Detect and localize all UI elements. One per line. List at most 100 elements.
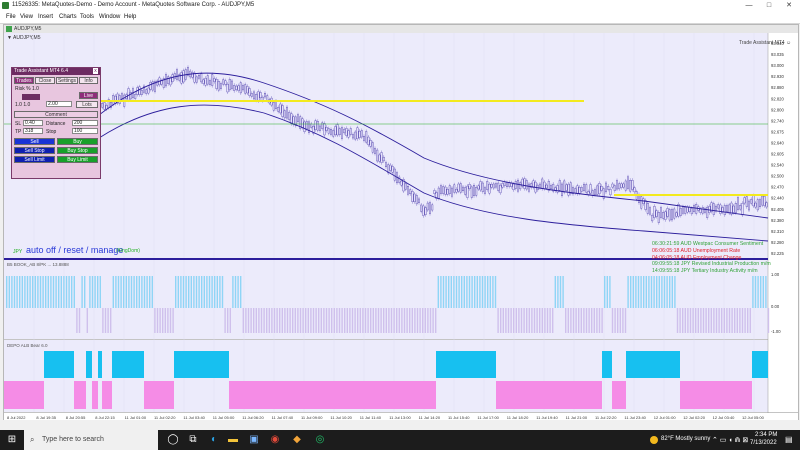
candle-body: [180, 72, 183, 84]
indicator1-cyan-bar: [463, 276, 465, 308]
candle-body: [671, 209, 673, 221]
candle-body: [675, 212, 678, 217]
candle-body: [620, 183, 623, 188]
candle-body: [451, 187, 453, 197]
notifications-icon[interactable]: ▤: [785, 435, 793, 444]
stop-input[interactable]: 100: [72, 128, 98, 134]
indicator1-purple-bar: [705, 308, 707, 333]
candle-body: [750, 199, 753, 204]
indicator1-purple-bar: [515, 308, 517, 333]
indicator1-cyan-bar: [661, 276, 663, 308]
price-scale: [768, 33, 798, 421]
candle-body: [255, 94, 258, 101]
indicator1-cyan-bar: [26, 276, 29, 308]
clock-date[interactable]: 7/13/2022: [750, 440, 777, 446]
candle-body: [330, 129, 332, 135]
menu-charts[interactable]: Charts: [59, 14, 77, 20]
chart-canvas[interactable]: ▼ AUDJPY,M5 Trade Assistant MT4 ☺ JPY au…: [4, 33, 798, 421]
indicator1-purple-bar: [744, 308, 746, 333]
comment-field[interactable]: Comment: [14, 111, 98, 118]
indicator1-cyan-bar: [562, 276, 564, 308]
indicator1-purple-bar: [273, 308, 276, 333]
task-switch-icon[interactable]: ⧉: [186, 433, 200, 447]
minimize-button[interactable]: —: [739, 1, 759, 11]
sell-stop-button[interactable]: Sell Stop: [14, 147, 55, 154]
candle-body: [470, 186, 473, 198]
tp-input[interactable]: 318: [23, 128, 43, 134]
buy-stop-button[interactable]: Buy Stop: [57, 147, 98, 154]
risk-slider[interactable]: [22, 94, 40, 100]
taskbar-search[interactable]: ⌕ Type here to search: [24, 430, 158, 450]
menu-tools[interactable]: Tools: [80, 14, 94, 20]
candle-body: [360, 130, 363, 138]
candle-body: [699, 208, 702, 213]
indicator1-cyan-bar: [637, 276, 640, 308]
maximize-button[interactable]: □: [759, 1, 779, 11]
candle-body: [365, 131, 368, 143]
edge-icon[interactable]: ◐: [207, 433, 221, 447]
indicator1-purple-bar: [682, 308, 684, 333]
candle-body: [580, 187, 583, 192]
indicator1-cyan-bar: [437, 276, 439, 308]
store-icon[interactable]: ▣: [247, 433, 261, 447]
candle-body: [385, 162, 387, 168]
candle-body: [233, 85, 236, 91]
buy-limit-button[interactable]: Buy Limit: [57, 156, 98, 163]
tab-info[interactable]: Info: [79, 77, 98, 84]
indicator1-purple-bar: [598, 308, 601, 333]
distance-input[interactable]: 200: [72, 120, 98, 126]
candle-body: [644, 200, 647, 210]
menu-file[interactable]: File: [6, 14, 16, 20]
chart-window[interactable]: AUDJPY,M5 ▼ AUDJPY,M5 Trade Assistant MT…: [3, 24, 799, 422]
panel-header[interactable]: Trade Assistant MT4 6.4 x: [12, 68, 100, 75]
tab-settings[interactable]: Settings: [56, 77, 78, 84]
tab-trades[interactable]: Trades: [14, 77, 34, 84]
live-button[interactable]: Live: [79, 92, 98, 99]
candle-body: [519, 182, 522, 190]
sell-limit-button[interactable]: Sell Limit: [14, 156, 55, 163]
metatrader-icon[interactable]: ◎: [313, 433, 327, 447]
candle-body: [497, 182, 500, 191]
clock-time[interactable]: 2:34 PM: [755, 432, 777, 438]
candle-body: [492, 183, 495, 189]
sell-button[interactable]: Sell: [14, 138, 55, 145]
sl-input[interactable]: 0.40: [23, 120, 43, 126]
indicator1-purple-bar: [749, 308, 751, 333]
indicator1-purple-bar: [726, 308, 728, 333]
trade-assistant-panel[interactable]: Trade Assistant MT4 6.4 x Trades Close S…: [11, 67, 101, 179]
menu-insert[interactable]: Insert: [38, 14, 53, 20]
indicator1-purple-bar: [169, 308, 172, 333]
candle-body: [376, 149, 379, 162]
chrome-icon[interactable]: ◉: [268, 433, 282, 447]
tray-icons[interactable]: ⌃ ▭ ◖ ⋒ ⊠: [712, 436, 748, 444]
lots-button[interactable]: Lots: [76, 101, 98, 108]
tab-close[interactable]: Close: [35, 77, 55, 84]
symbol-label: ▼ AUDJPY,M5: [7, 35, 41, 41]
windows-start-icon[interactable]: ⊞: [5, 433, 19, 447]
close-button[interactable]: ✕: [779, 1, 799, 11]
candle-body: [501, 183, 504, 188]
weather-text[interactable]: 82°F Mostly sunny: [661, 436, 710, 442]
indicator1-purple-bar: [224, 308, 226, 333]
lots-input[interactable]: 2.00: [46, 101, 72, 107]
candle-body: [277, 107, 280, 112]
indicator1-cyan-bar: [39, 276, 42, 308]
file-explorer-icon[interactable]: ▬: [226, 433, 240, 447]
candle-body: [250, 93, 253, 97]
menu-window[interactable]: Window: [99, 14, 120, 20]
task-view-icon[interactable]: ◯: [166, 433, 180, 447]
candle-body: [283, 110, 286, 119]
menu-help[interactable]: Help: [124, 14, 136, 20]
app-icon-orange[interactable]: ◆: [290, 433, 304, 447]
candle-body: [160, 80, 163, 85]
buy-button[interactable]: Buy: [57, 138, 98, 145]
candle-body: [455, 189, 458, 193]
indicator1-purple-bar: [260, 308, 263, 333]
indicator1-cyan-bar: [234, 276, 237, 308]
panel-close-icon[interactable]: x: [93, 68, 98, 74]
menu-view[interactable]: View: [20, 14, 33, 20]
candle-body: [629, 180, 632, 192]
news-item: 06:30:21:59 AUD Westpac Consumer Sentime…: [652, 241, 764, 247]
candle-body: [352, 134, 354, 139]
indicator1-purple-bar: [510, 308, 512, 333]
